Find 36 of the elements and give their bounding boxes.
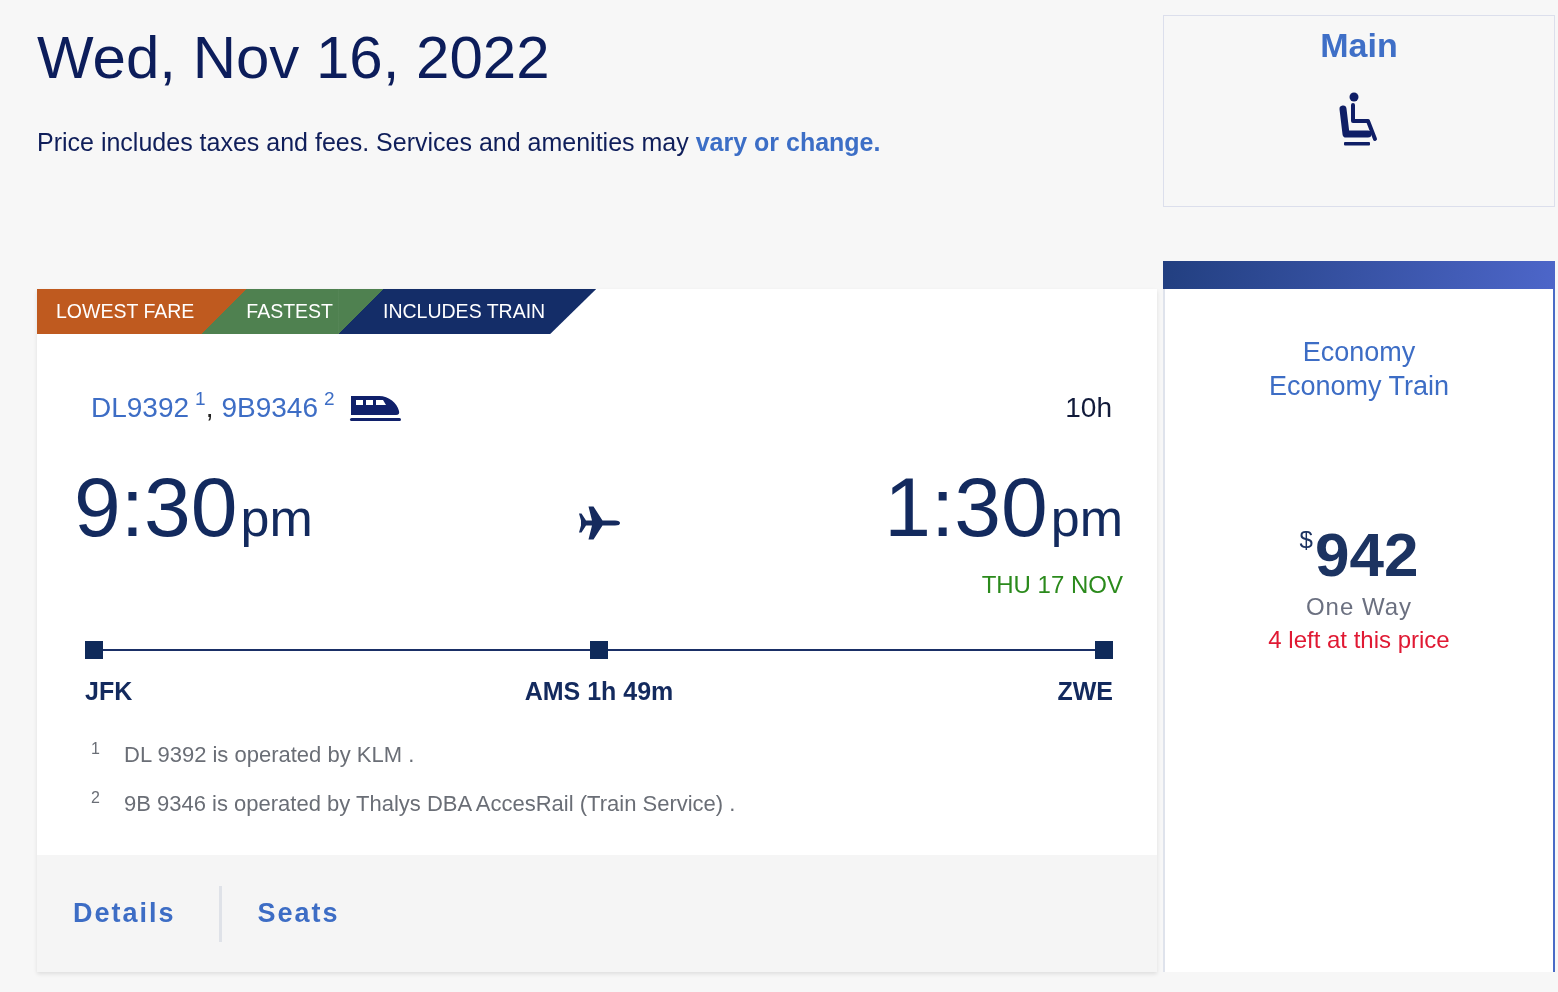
arrival-time: 1:30pm <box>884 465 1123 549</box>
footnote-mark: 2 <box>91 789 101 807</box>
arrival-date: THU 17 NOV <box>981 570 1123 600</box>
fare-class-name: Economy Train <box>1268 370 1450 403</box>
airplane-icon <box>576 505 621 541</box>
currency-symbol: $ <box>1299 526 1313 554</box>
flight-number-separator: , <box>205 391 214 425</box>
stop-label: ZWE <box>1057 676 1113 706</box>
seats-left-notice: 4 left at this price <box>1268 625 1450 655</box>
stop-marker-icon <box>85 641 103 659</box>
stop-label: JFK <box>85 676 133 706</box>
footer-link[interactable]: Seats <box>257 898 340 929</box>
price-note: Price includes taxes and fees. Services and amenities may vary or change. <box>37 127 882 157</box>
footnote-text: 9B 9346 is operated by Thalys DBA AccesRail (Train Service) . <box>124 790 736 818</box>
seated-person-icon <box>1338 92 1380 148</box>
train-icon <box>348 393 401 423</box>
flight-number-link[interactable]: DL9392 $^{1}$ <box>91 391 206 425</box>
trip-duration: 10h <box>1065 391 1112 425</box>
footer-link[interactable]: Details <box>73 898 176 929</box>
fare-card[interactable]: Economy Economy Train $942 One Way 4 left at this price <box>1163 289 1555 972</box>
fare-class-name: Economy <box>1302 336 1416 369</box>
price-amount: 942 <box>1314 524 1419 586</box>
vary-or-change-link[interactable]: vary or change. <box>695 128 881 156</box>
fare-tag: INCLUDES TRAIN <box>338 289 597 334</box>
stop-marker-icon <box>590 641 608 659</box>
fare-tag: LOWEST FARE <box>37 289 202 334</box>
departure-time: 9:30pm <box>74 465 313 549</box>
fare-tag: FASTEST <box>201 289 339 334</box>
cabin-title: Main <box>1320 25 1398 65</box>
trip-type: One Way <box>1305 592 1413 622</box>
flight-date: Wed, Nov 16, 2022 <box>37 28 551 88</box>
footnote-text: DL 9392 is operated by KLM . <box>124 741 415 769</box>
footnote-mark: 1 <box>91 740 101 758</box>
stop-marker-icon <box>1095 641 1113 659</box>
stop-label: AMS 1h 49m <box>524 676 674 706</box>
flight-number-link[interactable]: 9B9346 $^{2}$ <box>221 391 335 425</box>
